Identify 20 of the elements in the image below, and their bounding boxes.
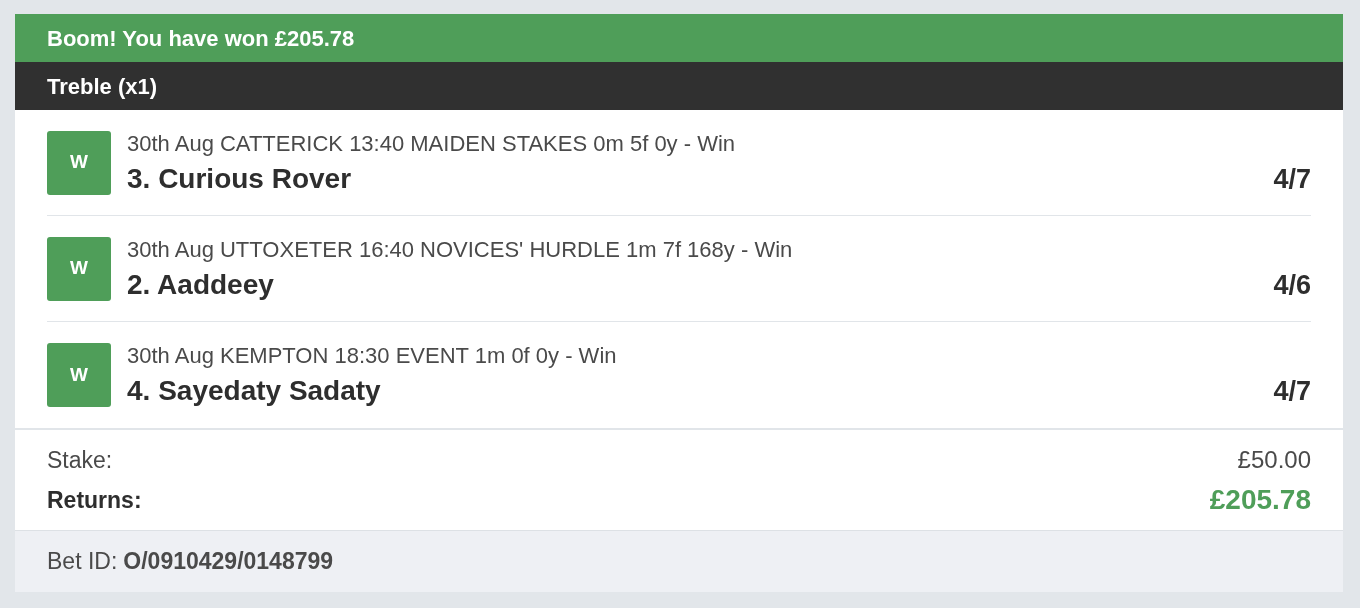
runner-name: 3. Curious Rover <box>127 162 352 195</box>
stake-label: Stake: <box>47 445 113 475</box>
event-details: 30th Aug CATTERICK 13:40 MAIDEN STAKES 0m 5f 0y - Win <box>127 130 737 157</box>
bet-type: Treble (x1) <box>47 72 158 101</box>
win-message: Boom! You have won £205.78 <box>47 24 355 53</box>
bet-id-label: Bet ID: <box>47 547 118 577</box>
returns-label: Returns: <box>47 485 142 515</box>
bet-id: O/0910429/0148799 <box>123 547 334 577</box>
returns-amount: £205.78 <box>1209 483 1311 517</box>
runner-name: 4. Sayedaty Sadaty <box>127 375 381 407</box>
result-badge: W <box>47 343 111 407</box>
odds: 4/6 <box>1273 268 1311 301</box>
result-badge: W <box>47 130 111 195</box>
odds: 4/7 <box>1273 162 1311 195</box>
event-details: 30th Aug UTTOXETER 16:40 NOVICES' HURDLE 1m 7f 168y - Win <box>127 236 794 263</box>
odds: 4/7 <box>1273 375 1311 407</box>
event-details: 30th Aug KEMPTON 18:30 EVENT 1m 0f 0y - Win <box>127 343 618 369</box>
stake-amount: £50.00 <box>1237 445 1311 475</box>
runner-name: 2. Aaddeey <box>127 268 274 301</box>
result-badge: W <box>47 236 111 301</box>
